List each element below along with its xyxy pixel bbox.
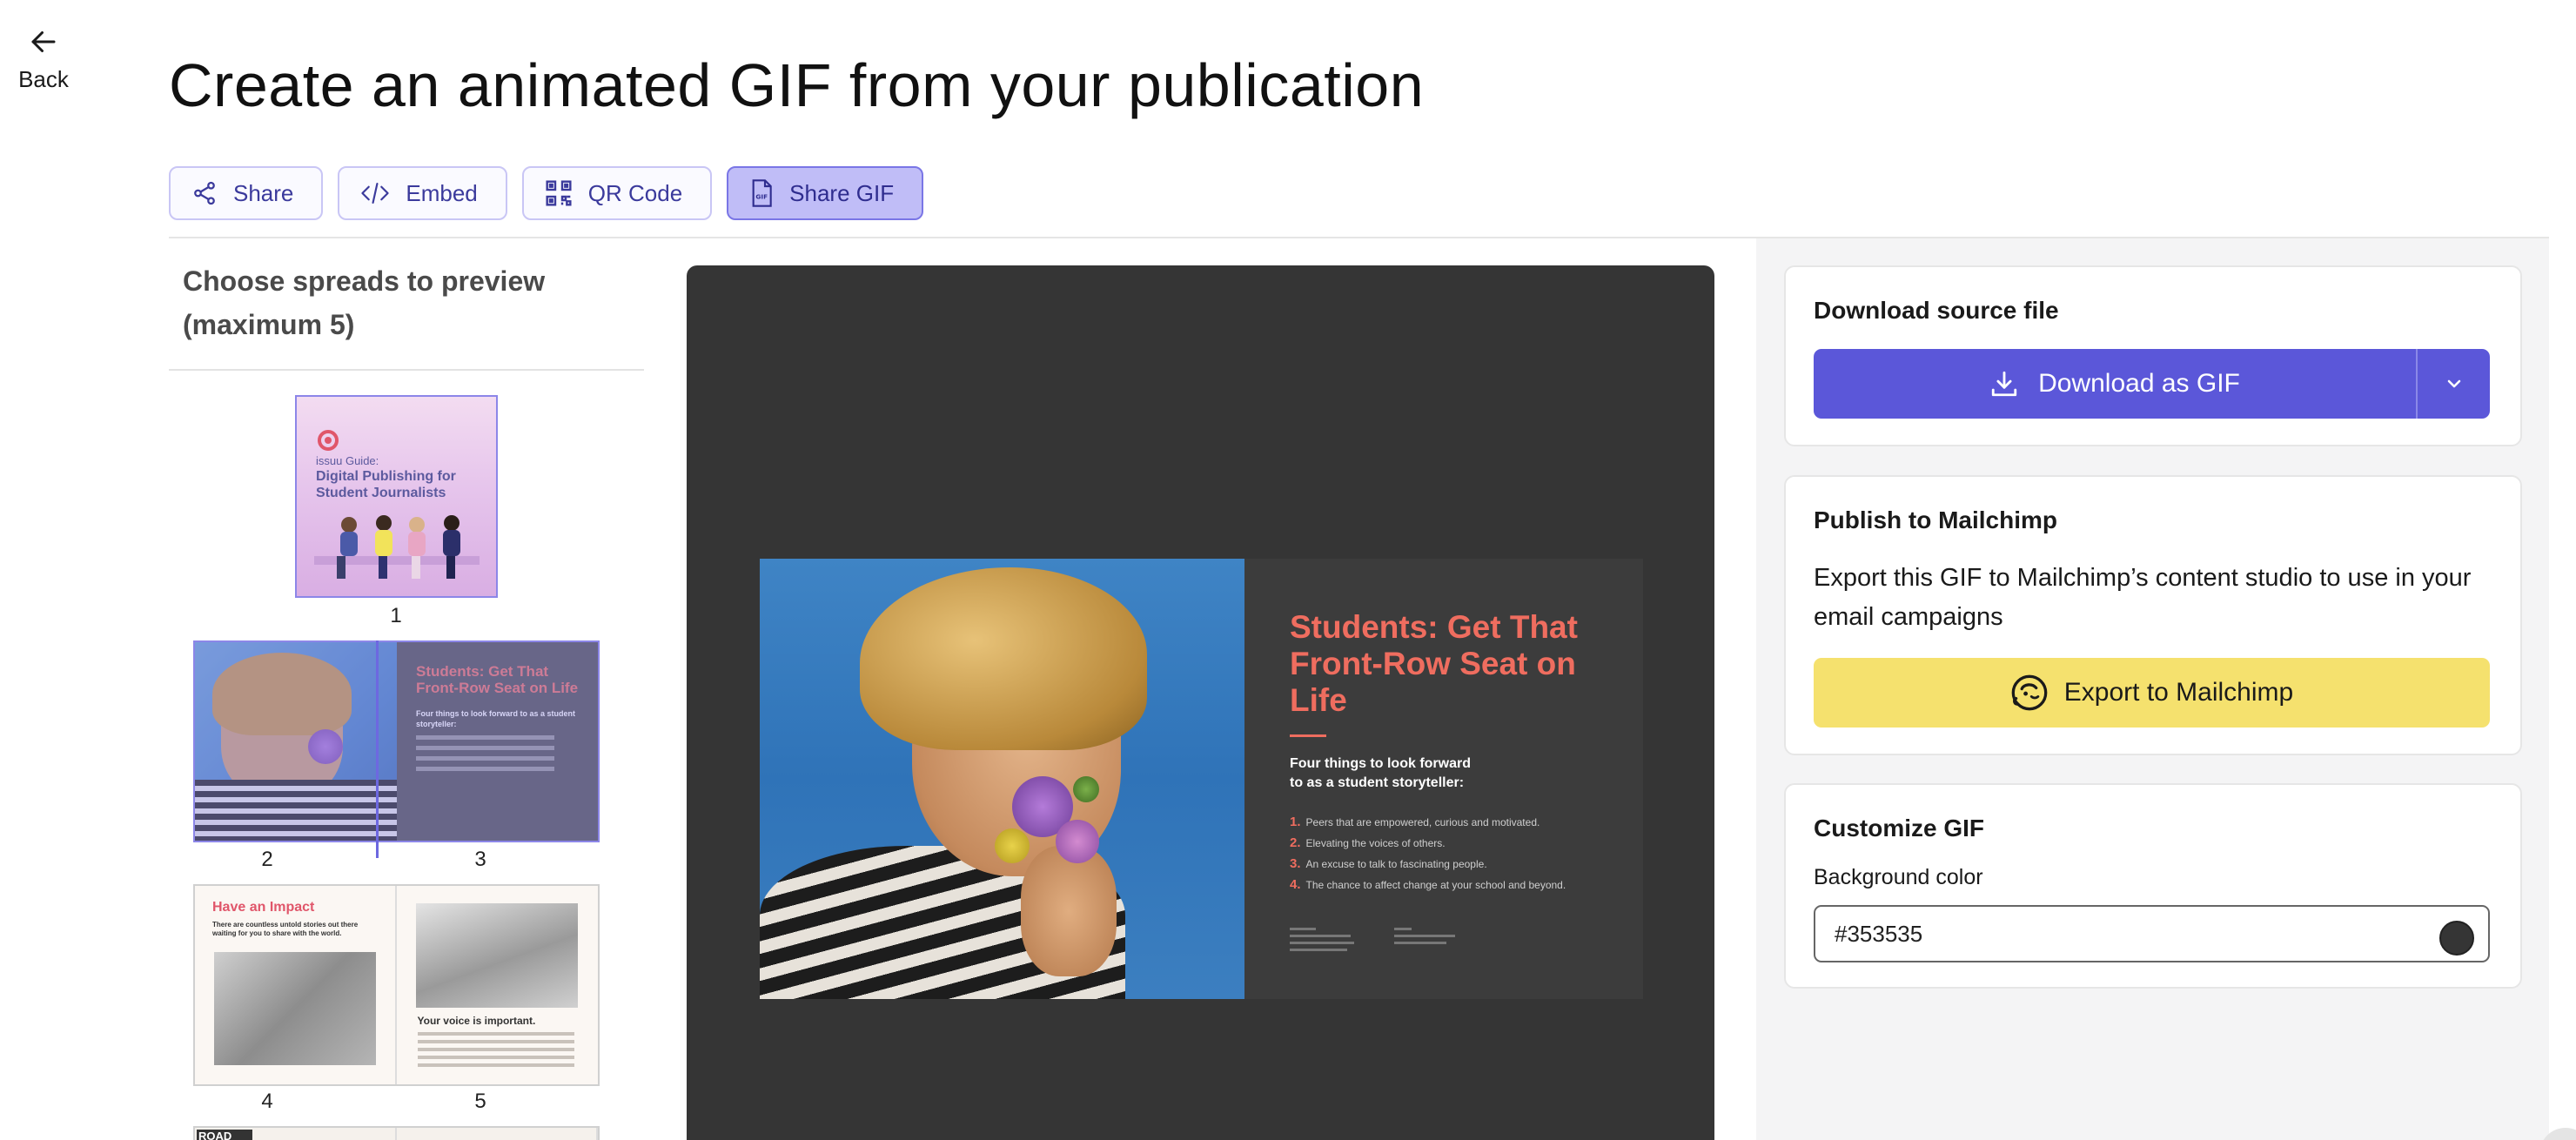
preview-credits bbox=[1290, 926, 1464, 961]
tab-share[interactable]: Share bbox=[169, 166, 324, 220]
svg-text:GIF: GIF bbox=[756, 193, 768, 201]
spread-thumbnail-4-5[interactable]: Have an Impact There are countless untol… bbox=[193, 884, 600, 1086]
preview-photo bbox=[760, 559, 1244, 999]
mailchimp-title: Publish to Mailchimp bbox=[1814, 506, 2058, 533]
code-icon bbox=[361, 182, 390, 205]
list-item: 4. The chance to affect change at your sc… bbox=[1290, 877, 1566, 892]
download-as-gif-button[interactable]: Download as GIF bbox=[1814, 349, 2418, 419]
thumbnail-page-4: Have an Impact There are countless untol… bbox=[195, 886, 397, 1084]
preview-list: 1. Peers that are empowered, curious and … bbox=[1290, 812, 1643, 895]
spread-thumbnail-2-3[interactable]: Students: Get That Front-Row Seat on Lif… bbox=[193, 640, 600, 842]
customize-card: Customize GIF Background color bbox=[1784, 783, 2522, 989]
thumbnail-voice-text: Your voice is important. bbox=[417, 1015, 536, 1027]
download-card: Download source file Download as GIF bbox=[1784, 265, 2522, 446]
background-color-input[interactable] bbox=[1814, 905, 2490, 962]
mailchimp-button-label: Export to Mailchimp bbox=[2063, 678, 2294, 707]
issuu-logo-icon bbox=[318, 430, 339, 451]
mailchimp-card: Publish to Mailchimp Export this GIF to … bbox=[1784, 475, 2522, 755]
share-icon bbox=[194, 181, 215, 205]
cover-guide-text: issuu Guide: bbox=[316, 454, 379, 467]
gif-preview: Students: Get That Front-Row Seat on Lif… bbox=[687, 265, 1714, 1140]
spread-divider bbox=[376, 640, 379, 858]
thumbnail-subheading: Four things to look forward to as a stud… bbox=[416, 709, 576, 728]
page-number: 3 bbox=[474, 848, 486, 871]
preview-spread: Students: Get That Front-Row Seat on Lif… bbox=[760, 559, 1643, 999]
customize-title: Customize GIF bbox=[1814, 815, 1985, 842]
page-title: Create an animated GIF from your publica… bbox=[169, 51, 1425, 119]
tab-share-gif[interactable]: GIF Share GIF bbox=[727, 166, 924, 220]
thumbnail-subheading: There are countless untold stories out t… bbox=[212, 921, 359, 937]
thumbnail-text-page: Students: Get That Front-Row Seat on Lif… bbox=[397, 642, 598, 841]
gif-file-icon: GIF bbox=[752, 179, 772, 207]
page-number: 5 bbox=[474, 1090, 486, 1113]
spread-chooser-title: Choose spreads to preview (maximum 5) bbox=[183, 265, 546, 340]
download-title: Download source file bbox=[1814, 297, 2059, 324]
tab-label: Share bbox=[233, 179, 294, 206]
chevron-down-icon bbox=[2447, 379, 2460, 388]
cover-title-text: Digital Publishing for Student Journalis… bbox=[316, 469, 456, 500]
tab-bar: Share Embed QR Code GIF Share GIF bbox=[169, 166, 924, 220]
background-color-label: Background color bbox=[1814, 865, 1983, 889]
tab-label: Embed bbox=[406, 179, 478, 206]
download-button-label: Download as GIF bbox=[2038, 369, 2240, 398]
page-number: 4 bbox=[261, 1090, 273, 1113]
spread-thumbnail-1[interactable]: issuu Guide: Digital Publishing for Stud… bbox=[295, 395, 498, 598]
list-item: 3. An excuse to talk to fascinating peopl… bbox=[1290, 856, 1487, 871]
preview-heading: Students: Get That Front-Row Seat on Lif… bbox=[1290, 609, 1578, 718]
download-button-group: Download as GIF bbox=[1814, 349, 2490, 419]
thumbnail-label: ROAD bbox=[197, 1130, 252, 1140]
thumbnail-photo bbox=[195, 642, 397, 841]
divider bbox=[169, 369, 644, 371]
spread-chooser: Choose spreads to preview (maximum 5) is… bbox=[169, 238, 644, 1140]
spread-thumbnail-6-7[interactable]: ROAD bbox=[193, 1126, 600, 1140]
list-item: 2. Elevating the voices of others. bbox=[1290, 835, 1446, 850]
tab-qr-code[interactable]: QR Code bbox=[521, 166, 713, 220]
preview-text-page: Students: Get That Front-Row Seat on Lif… bbox=[1244, 559, 1643, 999]
page-number: 1 bbox=[390, 604, 402, 627]
download-options-dropdown[interactable] bbox=[2418, 349, 2490, 419]
tab-label: Share GIF bbox=[789, 179, 895, 206]
thumbnail-heading: Have an Impact bbox=[212, 900, 315, 915]
tab-label: QR Code bbox=[587, 179, 683, 206]
tab-embed[interactable]: Embed bbox=[338, 166, 507, 220]
export-to-mailchimp-button[interactable]: Export to Mailchimp bbox=[1814, 658, 2490, 728]
arrow-left-icon bbox=[31, 31, 56, 52]
qr-code-icon bbox=[546, 180, 572, 206]
thumbnail-heading: Students: Get That Front-Row Seat on Lif… bbox=[416, 663, 579, 696]
preview-subheading: Four things to look forward to as a stud… bbox=[1290, 756, 1471, 790]
list-item: 1. Peers that are empowered, curious and … bbox=[1290, 815, 1540, 829]
page-number: 2 bbox=[261, 848, 273, 871]
mailchimp-description: Export this GIF to Mailchimp’s content s… bbox=[1814, 564, 2472, 631]
download-icon bbox=[1991, 371, 2017, 397]
color-swatch-picker[interactable] bbox=[2439, 921, 2474, 956]
students-illustration-icon bbox=[314, 515, 480, 579]
mailchimp-logo-icon bbox=[2011, 674, 2048, 711]
back-button[interactable]: Back bbox=[16, 26, 71, 93]
back-label: Back bbox=[18, 66, 69, 92]
thumbnail-page-5: Your voice is important. bbox=[396, 886, 598, 1084]
